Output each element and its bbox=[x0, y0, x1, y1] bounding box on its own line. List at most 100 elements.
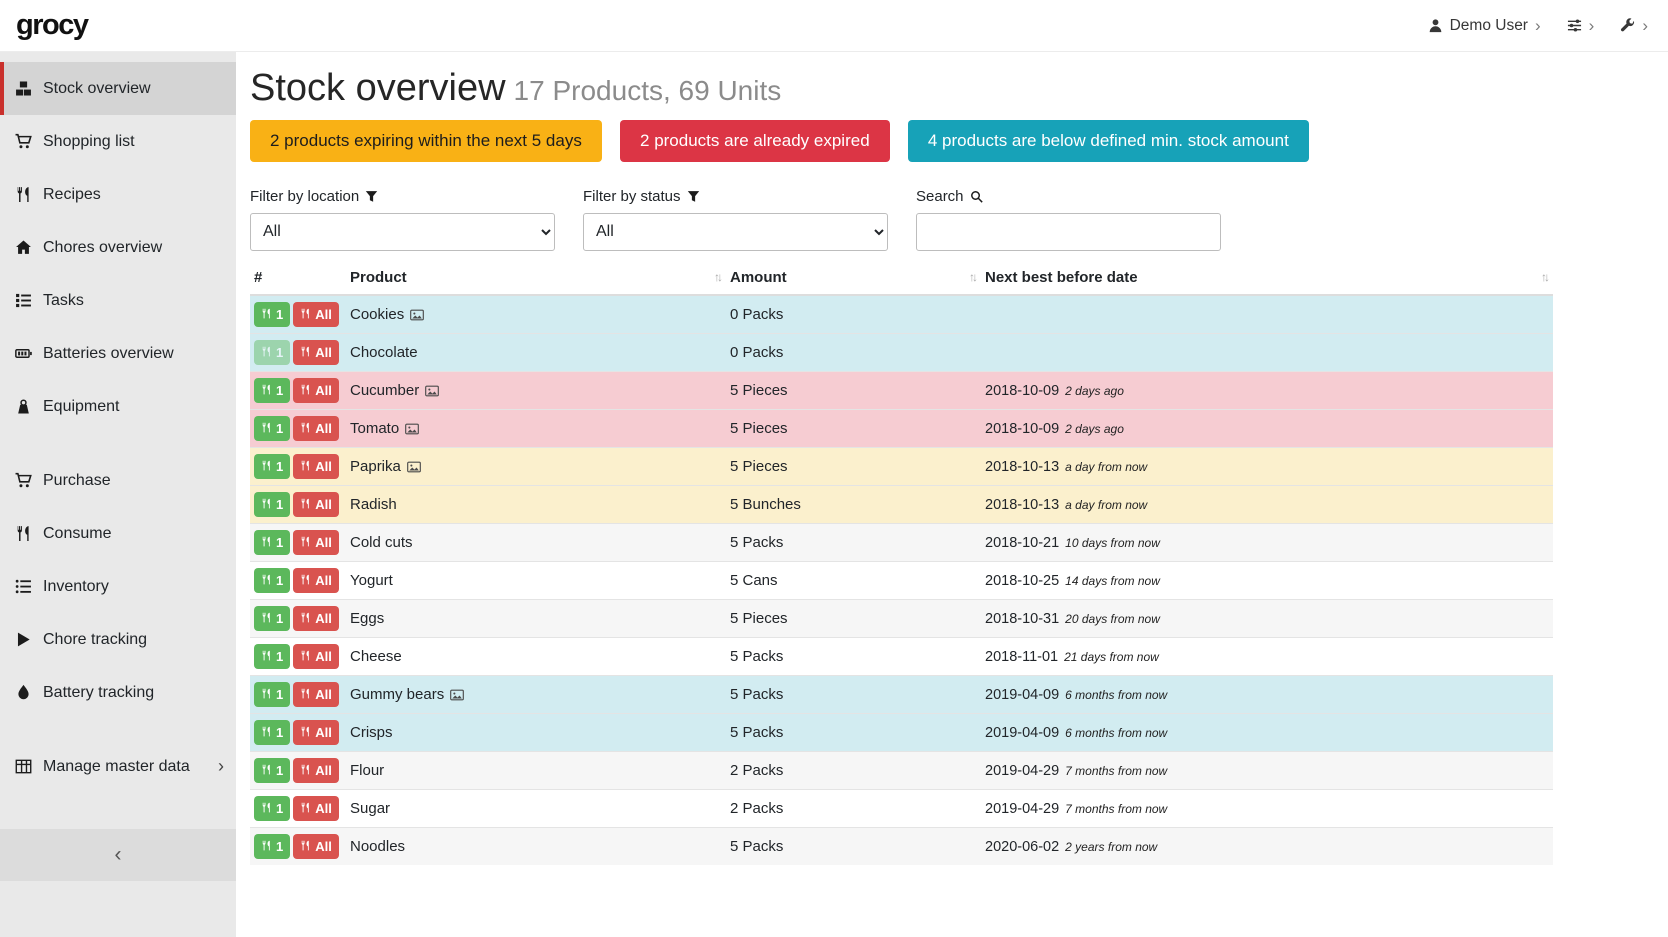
consume-all-button[interactable]: All bbox=[293, 378, 339, 403]
status-filter-select[interactable]: All bbox=[583, 213, 888, 251]
consume-all-button[interactable]: All bbox=[293, 682, 339, 707]
utensils-icon bbox=[261, 802, 272, 814]
table-row[interactable]: 1 All Crisps 5 Packs 2019-04-096 months … bbox=[250, 713, 1553, 751]
utensils-icon bbox=[300, 460, 311, 472]
sidebar-item-equipment[interactable]: Equipment bbox=[0, 380, 236, 433]
consume-one-button[interactable]: 1 bbox=[254, 568, 290, 593]
sort-icon[interactable]: ↑↓ bbox=[1541, 270, 1549, 284]
consume-all-button[interactable]: All bbox=[293, 644, 339, 669]
admin-menu[interactable]: › bbox=[1620, 17, 1648, 34]
product-image-icon[interactable] bbox=[450, 688, 464, 700]
user-menu[interactable]: Demo User › bbox=[1428, 17, 1541, 35]
consume-one-button[interactable]: 1 bbox=[254, 378, 290, 403]
column-header-amount[interactable]: Amount↑↓ bbox=[726, 261, 981, 295]
sidebar-item-recipes[interactable]: Recipes bbox=[0, 168, 236, 221]
consume-one-button[interactable]: 1 bbox=[254, 682, 290, 707]
settings-menu[interactable]: › bbox=[1567, 17, 1595, 34]
consume-one-button[interactable]: 1 bbox=[254, 720, 290, 745]
status-filter-label-text: Filter by status bbox=[583, 188, 681, 205]
consume-one-button[interactable]: 1 bbox=[254, 796, 290, 821]
table-row[interactable]: 1 All Radish 5 Bunches 2018-10-13a day f… bbox=[250, 485, 1553, 523]
consume-all-button[interactable]: All bbox=[293, 834, 339, 859]
table-row[interactable]: 1 All Cookies 0 Packs bbox=[250, 295, 1553, 334]
product-name: Cheese bbox=[350, 648, 402, 665]
product-image-icon[interactable] bbox=[407, 460, 421, 472]
product-amount: 5 Packs bbox=[726, 827, 981, 865]
sort-icon[interactable]: ↑↓ bbox=[714, 270, 722, 284]
consume-all-button[interactable]: All bbox=[293, 796, 339, 821]
consume-one-button[interactable]: 1 bbox=[254, 530, 290, 555]
sidebar-item-tasks[interactable]: Tasks bbox=[0, 274, 236, 327]
best-before-date: 2018-10-09 bbox=[985, 383, 1059, 399]
consume-one-button[interactable]: 1 bbox=[254, 302, 290, 327]
location-filter-select[interactable]: All bbox=[250, 213, 555, 251]
sidebar-item-shopping-list[interactable]: Shopping list bbox=[0, 115, 236, 168]
sidebar-item-battery-tracking[interactable]: Battery tracking bbox=[0, 666, 236, 719]
search-input[interactable] bbox=[916, 213, 1221, 251]
best-before-date: 2019-04-29 bbox=[985, 801, 1059, 817]
sidebar-item-chore-tracking[interactable]: Chore tracking bbox=[0, 613, 236, 666]
consume-one-button[interactable]: 1 bbox=[254, 416, 290, 441]
table-row[interactable]: 1 All Cold cuts 5 Packs 2018-10-2110 day… bbox=[250, 523, 1553, 561]
table-row[interactable]: 1 All Eggs 5 Pieces 2018-10-3120 days fr… bbox=[250, 599, 1553, 637]
app-logo[interactable]: grocy bbox=[16, 9, 87, 42]
table-row[interactable]: 1 All Cucumber 5 Pieces 2018-10-092 days… bbox=[250, 371, 1553, 409]
product-image-icon[interactable] bbox=[425, 384, 439, 396]
consume-all-button[interactable]: All bbox=[293, 530, 339, 555]
chevron-left-icon: ‹ bbox=[115, 843, 122, 867]
sidebar-item-chores-overview[interactable]: Chores overview bbox=[0, 221, 236, 274]
consume-all-button[interactable]: All bbox=[293, 340, 339, 365]
sidebar-item-purchase[interactable]: Purchase bbox=[0, 454, 236, 507]
table-row[interactable]: 1 All Sugar 2 Packs 2019-04-297 months f… bbox=[250, 789, 1553, 827]
consume-one-button[interactable]: 1 bbox=[254, 606, 290, 631]
column-header-best-before[interactable]: Next best before date↑↓ bbox=[981, 261, 1553, 295]
alert-expiring[interactable]: 2 products expiring within the next 5 da… bbox=[250, 120, 602, 162]
sidebar-item-label: Chores overview bbox=[43, 239, 162, 257]
sidebar-item-consume[interactable]: Consume bbox=[0, 507, 236, 560]
cart-icon bbox=[15, 133, 32, 150]
product-image-icon[interactable] bbox=[410, 308, 424, 320]
table-row[interactable]: 1 All Chocolate 0 Packs bbox=[250, 333, 1553, 371]
consume-all-button[interactable]: All bbox=[293, 454, 339, 479]
sidebar-item-stock-overview[interactable]: Stock overview bbox=[0, 62, 236, 115]
table-header-row: # Product↑↓ Amount↑↓ Next best before da… bbox=[250, 261, 1553, 295]
consume-one-button[interactable]: 1 bbox=[254, 644, 290, 669]
column-header-product[interactable]: Product↑↓ bbox=[346, 261, 726, 295]
consume-all-button[interactable]: All bbox=[293, 758, 339, 783]
sidebar-item-inventory[interactable]: Inventory bbox=[0, 560, 236, 613]
consume-one-button[interactable]: 1 bbox=[254, 340, 290, 365]
table-row[interactable]: 1 All Flour 2 Packs 2019-04-297 months f… bbox=[250, 751, 1553, 789]
utensils-icon bbox=[261, 346, 272, 358]
alert-expired[interactable]: 2 products are already expired bbox=[620, 120, 890, 162]
battery-icon bbox=[15, 345, 32, 362]
product-name: Paprika bbox=[350, 458, 401, 475]
filters-row: Filter by location All Filter by status … bbox=[250, 188, 1553, 251]
stock-table: # Product↑↓ Amount↑↓ Next best before da… bbox=[250, 261, 1553, 865]
sidebar-item-manage-master-data[interactable]: Manage master data › bbox=[0, 740, 236, 793]
table-row[interactable]: 1 All Cheese 5 Packs 2018-11-0121 days f… bbox=[250, 637, 1553, 675]
alert-below-min-stock[interactable]: 4 products are below defined min. stock … bbox=[908, 120, 1309, 162]
table-row[interactable]: 1 All Yogurt 5 Cans 2018-10-2514 days fr… bbox=[250, 561, 1553, 599]
consume-one-button[interactable]: 1 bbox=[254, 834, 290, 859]
table-row[interactable]: 1 All Gummy bears 5 Packs 2019-04-096 mo… bbox=[250, 675, 1553, 713]
utensils-icon bbox=[261, 726, 272, 738]
best-before-note: 2 days ago bbox=[1065, 384, 1124, 398]
consume-all-button[interactable]: All bbox=[293, 720, 339, 745]
sort-icon[interactable]: ↑↓ bbox=[969, 270, 977, 284]
consume-all-button[interactable]: All bbox=[293, 302, 339, 327]
consume-one-button[interactable]: 1 bbox=[254, 454, 290, 479]
consume-all-button[interactable]: All bbox=[293, 568, 339, 593]
utensils-icon bbox=[261, 574, 272, 586]
consume-all-button[interactable]: All bbox=[293, 606, 339, 631]
consume-one-button[interactable]: 1 bbox=[254, 758, 290, 783]
sidebar-collapse-button[interactable]: ‹ bbox=[0, 829, 236, 881]
product-image-icon[interactable] bbox=[405, 422, 419, 434]
table-row[interactable]: 1 All Paprika 5 Pieces 2018-10-13a day f… bbox=[250, 447, 1553, 485]
sidebar-item-batteries-overview[interactable]: Batteries overview bbox=[0, 327, 236, 380]
consume-one-button[interactable]: 1 bbox=[254, 492, 290, 517]
table-row[interactable]: 1 All Tomato 5 Pieces 2018-10-092 days a… bbox=[250, 409, 1553, 447]
location-filter: Filter by location All bbox=[250, 188, 555, 251]
table-row[interactable]: 1 All Noodles 5 Packs 2020-06-022 years … bbox=[250, 827, 1553, 865]
consume-all-button[interactable]: All bbox=[293, 416, 339, 441]
consume-all-button[interactable]: All bbox=[293, 492, 339, 517]
